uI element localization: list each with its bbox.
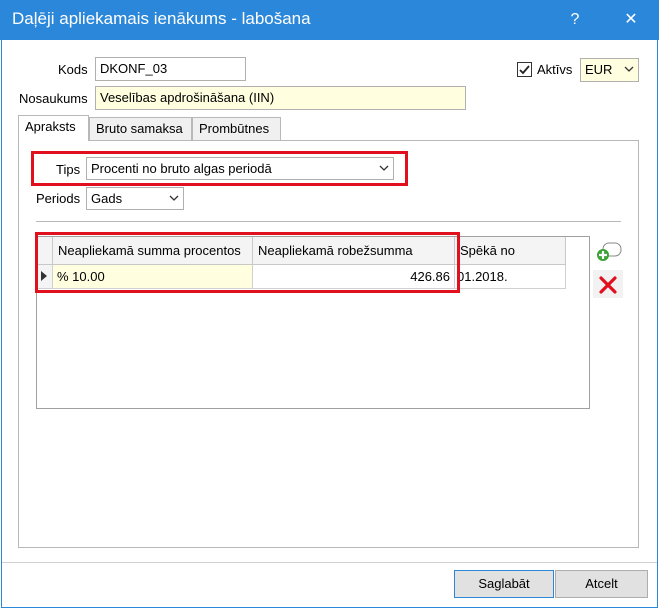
aktivs-checkbox[interactable] — [517, 62, 532, 77]
nosaukums-label: Nosaukums — [19, 91, 88, 106]
add-row-button[interactable] — [593, 240, 623, 266]
tab-prombutnes[interactable]: Prombūtnes — [192, 117, 281, 140]
aktivs-label: Aktīvs — [537, 62, 573, 77]
periods-label: Periods — [36, 191, 81, 206]
add-icon — [597, 242, 622, 261]
tab-bruto-samaksa[interactable]: Bruto samaksa — [89, 117, 192, 140]
kods-label: Kods — [58, 62, 88, 77]
periods-value: Gads — [91, 191, 123, 206]
help-button[interactable]: ? — [560, 6, 590, 34]
tab-label: Apraksts — [25, 119, 76, 134]
column-header-speka-no[interactable]: Spēkā no — [455, 237, 566, 265]
chevron-down-icon — [169, 190, 179, 209]
currency-select[interactable]: EUR — [580, 58, 639, 82]
chevron-down-icon — [624, 61, 634, 80]
chevron-down-icon — [379, 160, 389, 179]
title-bar: Daļēji apliekamais ienākums - labošana ?… — [0, 0, 659, 40]
kods-field[interactable]: DKONF_03 — [95, 57, 246, 81]
tips-select[interactable]: Procenti no bruto algas periodā — [86, 157, 394, 180]
tab-label: Bruto samaksa — [96, 121, 183, 136]
checkmark-icon — [519, 65, 530, 75]
tips-value: Procenti no bruto algas periodā — [91, 161, 272, 176]
divider — [36, 221, 621, 222]
currency-value: EUR — [585, 62, 613, 77]
cancel-button[interactable]: Atcelt — [555, 570, 648, 598]
grid-highlight — [35, 232, 460, 293]
footer-divider — [2, 562, 657, 563]
delete-icon — [599, 276, 617, 294]
tab-apraksts[interactable]: Apraksts — [18, 115, 89, 141]
tab-label: Prombūtnes — [199, 121, 270, 136]
save-button[interactable]: Saglabāt — [454, 570, 554, 598]
cell-speka-no[interactable]: 01.2018. — [455, 265, 566, 289]
window-title: Daļēji apliekamais ienākums - labošana — [12, 9, 311, 28]
tips-label: Tips — [56, 162, 81, 177]
close-button[interactable]: ✕ — [616, 6, 646, 34]
periods-select[interactable]: Gads — [86, 187, 184, 210]
nosaukums-field[interactable]: Veselības apdrošināšana (IIN) — [95, 86, 466, 110]
delete-row-button[interactable] — [593, 270, 623, 298]
